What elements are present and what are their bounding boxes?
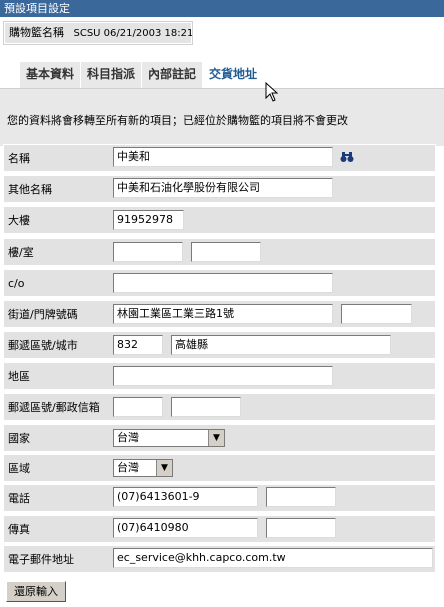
floor-room-label: 樓/室 [8,246,34,259]
cart-name-box: 購物籃名稱 SCSU 06/21/2003 18:21 [3,21,194,45]
postal-code-input[interactable]: 832 [113,335,163,355]
region-label: 地區 [8,370,30,383]
reset-input-button[interactable]: 還原輸入 [6,581,66,602]
area-label: 區域 [8,462,30,475]
notice-text: 您的資料將會移轉至所有新的項目；已經位於購物籃的項目將不會更改 [0,89,444,146]
room-input[interactable] [191,242,261,262]
country-label: 國家 [8,432,30,445]
pobox-postal-input[interactable] [113,397,163,417]
house-number-input[interactable] [341,304,412,324]
row-name: 名稱 中美和 [3,144,436,172]
country-select-value: 台灣 [117,431,139,444]
row-region: 地區 [3,362,436,390]
tab-bar: 基本資料 科目指派 內部註記 交貨地址 [20,62,265,88]
cart-name-value: SCSU 06/21/2003 18:21 [73,28,194,39]
country-select[interactable]: 台灣 ▼ [113,429,225,447]
building-input[interactable]: 91952978 [113,210,184,230]
row-other-name: 其他名稱 中美和石油化學股份有限公司 [3,175,436,203]
fax-extension-input[interactable] [266,518,336,538]
email-label: 電子郵件地址 [8,553,74,566]
floor-input[interactable] [113,242,183,262]
co-input[interactable] [113,273,333,293]
tab-internal-note[interactable]: 內部註記 [142,62,204,88]
row-co: c/o [3,269,436,297]
row-fax: 傳真 (07)6410980 [3,515,436,543]
fax-label: 傳真 [8,523,30,536]
city-input[interactable]: 高雄縣 [171,335,391,355]
row-postal-city: 郵遞區號/城市 832 高雄縣 [3,331,436,359]
row-country: 國家 台灣 ▼ [3,424,436,452]
area-select-value: 台灣 [117,461,139,474]
cart-name-label: 購物籃名稱 [9,26,64,39]
phone-label: 電話 [8,492,30,505]
tab-basic-data[interactable]: 基本資料 [20,62,82,88]
window-title: 預設項目設定 [0,0,444,17]
row-building: 大樓 91952978 [3,206,436,234]
chevron-down-icon[interactable]: ▼ [208,430,224,446]
other-name-input[interactable]: 中美和石油化學股份有限公司 [113,178,333,198]
row-postal-pobox: 郵遞區號/郵政信箱 [3,393,436,421]
tab-account-assignment[interactable]: 科目指派 [81,62,143,88]
street-input[interactable]: 林園工業區工業三路1號 [113,304,333,324]
fax-input[interactable]: (07)6410980 [113,518,258,538]
chevron-down-icon[interactable]: ▼ [156,460,172,476]
phone-extension-input[interactable] [266,487,336,507]
row-area: 區域 台灣 ▼ [3,454,436,482]
other-name-label: 其他名稱 [8,183,52,196]
postal-pobox-label: 郵遞區號/郵政信箱 [8,401,100,414]
row-street: 街道/門牌號碼 林園工業區工業三路1號 [3,300,436,328]
region-input[interactable] [113,366,333,386]
co-label: c/o [8,277,25,290]
area-select[interactable]: 台灣 ▼ [113,459,173,477]
row-email: 電子郵件地址 ec_service@khh.capco.com.tw [3,545,436,573]
street-label: 街道/門牌號碼 [8,308,78,321]
tab-delivery-address[interactable]: 交貨地址 [203,62,265,88]
mouse-pointer-icon [265,82,279,102]
row-phone: 電話 (07)6413601-9 [3,484,436,512]
email-input[interactable]: ec_service@khh.capco.com.tw [113,548,433,568]
name-input[interactable]: 中美和 [113,147,333,167]
name-label: 名稱 [8,152,30,165]
pobox-input[interactable] [171,397,241,417]
building-label: 大樓 [8,214,30,227]
phone-input[interactable]: (07)6413601-9 [113,487,258,507]
postal-city-label: 郵遞區號/城市 [8,339,78,352]
row-floor-room: 樓/室 [3,238,436,266]
binoculars-search-icon[interactable] [340,151,354,163]
